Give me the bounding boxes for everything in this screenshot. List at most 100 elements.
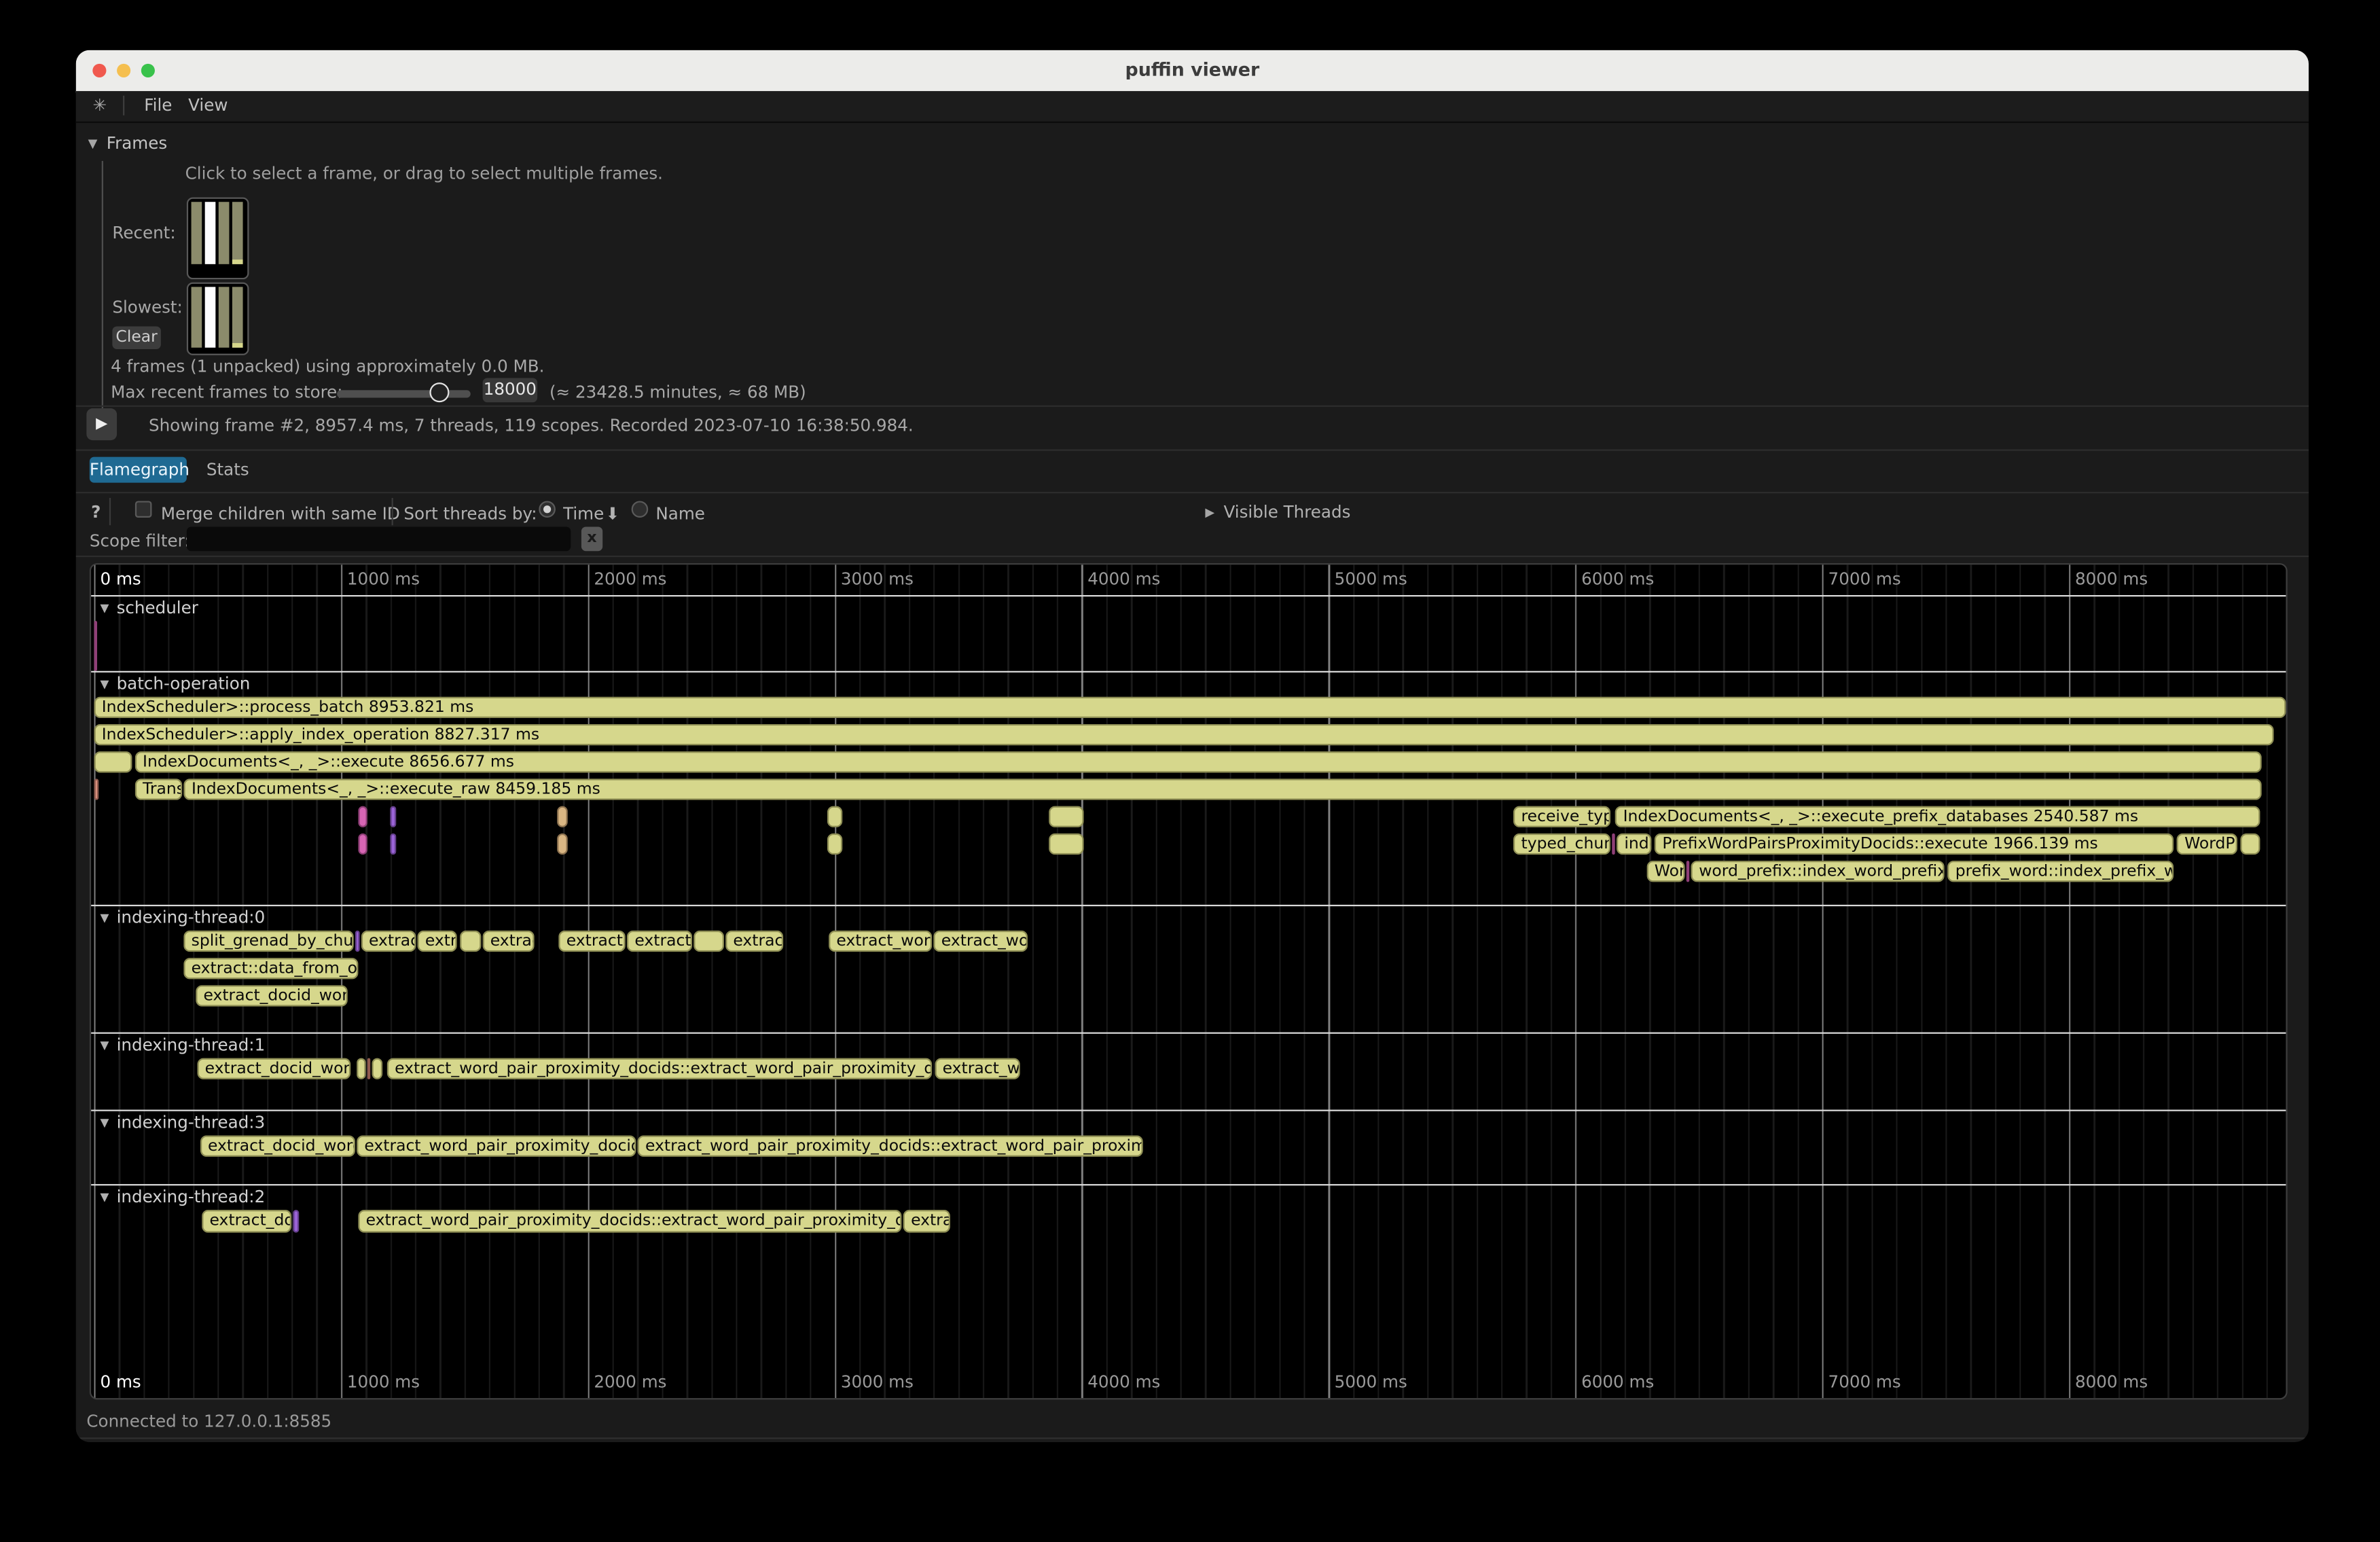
scope-bar[interactable]: receive_typed_ bbox=[1513, 806, 1610, 827]
scope-bar[interactable] bbox=[1612, 833, 1616, 855]
scope-bar[interactable] bbox=[1687, 860, 1689, 882]
scope-bar[interactable] bbox=[357, 1057, 365, 1079]
scope-bar[interactable] bbox=[1049, 806, 1084, 827]
scope-bar[interactable]: extract_docid_word bbox=[196, 984, 348, 1006]
tab-stats[interactable]: Stats bbox=[206, 460, 249, 480]
scope-bar[interactable]: extract_ bbox=[627, 930, 692, 952]
frame-bar[interactable] bbox=[232, 287, 243, 347]
window-bottom-edge bbox=[76, 1437, 2309, 1439]
thread-header-indexing-thread-2[interactable]: ▼indexing-thread:2 bbox=[100, 1187, 265, 1207]
scope-bar[interactable]: extrac bbox=[483, 930, 535, 952]
frame-bar[interactable] bbox=[219, 287, 230, 347]
scope-bar[interactable]: extract bbox=[725, 930, 783, 952]
frame-bar[interactable] bbox=[219, 202, 230, 264]
thread-header-indexing-thread-0[interactable]: ▼indexing-thread:0 bbox=[100, 907, 265, 927]
scope-bar[interactable] bbox=[827, 806, 843, 827]
scope-bar[interactable]: split_grenad_by_chun bbox=[183, 930, 353, 952]
scope-bar[interactable] bbox=[94, 621, 98, 670]
frame-bar[interactable] bbox=[192, 202, 202, 264]
scope-filter-input[interactable] bbox=[187, 526, 571, 551]
scope-bar[interactable] bbox=[390, 806, 396, 827]
scope-bar[interactable]: extract bbox=[361, 930, 416, 952]
scope-bar[interactable] bbox=[460, 930, 481, 952]
thread-header-batch-operation[interactable]: ▼batch-operation bbox=[100, 673, 250, 693]
scope-bar[interactable]: extract_word_pair_proximity_docids::extr… bbox=[387, 1057, 932, 1079]
tab-flamegraph[interactable]: Flamegraph bbox=[90, 457, 187, 483]
menu-file[interactable]: File bbox=[144, 96, 172, 115]
scope-bar[interactable]: Word bbox=[1647, 860, 1685, 882]
scope-bar[interactable] bbox=[558, 833, 568, 855]
slowest-frames-thumbnail[interactable] bbox=[187, 283, 249, 355]
slider-knob[interactable] bbox=[429, 382, 449, 402]
scope-bar[interactable]: IndexDocuments<_, _>::execute_raw 8459.1… bbox=[184, 778, 2262, 800]
thread-header-indexing-thread-3[interactable]: ▼indexing-thread:3 bbox=[100, 1112, 265, 1132]
sort-name-label[interactable]: Name bbox=[655, 504, 705, 524]
sort-name-radio[interactable] bbox=[632, 501, 649, 518]
scope-bar[interactable]: extract_ bbox=[559, 930, 626, 952]
clear-button[interactable]: Clear bbox=[112, 326, 161, 349]
scope-bar[interactable] bbox=[355, 930, 360, 952]
title-bar[interactable]: puffin viewer bbox=[76, 50, 2309, 93]
scope-bar[interactable]: IndexScheduler>::apply_index_operation 8… bbox=[94, 723, 2273, 745]
help-button[interactable]: ? bbox=[91, 503, 101, 522]
scope-bar[interactable] bbox=[372, 1057, 382, 1079]
sort-direction-icon[interactable]: ⬇ bbox=[606, 504, 620, 524]
frame-bar[interactable] bbox=[205, 287, 216, 347]
merge-checkbox[interactable] bbox=[135, 501, 152, 518]
merge-checkbox-label[interactable]: Merge children with same ID bbox=[161, 504, 400, 524]
scope-bar[interactable]: IndexScheduler>::process_batch 8953.821 … bbox=[94, 696, 2286, 718]
clear-filter-button[interactable]: x bbox=[581, 526, 602, 551]
scope-bar[interactable]: extract_word_pair_proximity_docids bbox=[357, 1134, 636, 1156]
visible-threads-header[interactable]: ▶ Visible Threads bbox=[1205, 503, 1350, 522]
frame-bar[interactable] bbox=[192, 287, 202, 347]
scope-bar[interactable] bbox=[94, 751, 132, 772]
ruler-tick-label: 0 ms bbox=[100, 569, 141, 589]
scope-bar[interactable]: typed_chunk::w bbox=[1513, 833, 1610, 855]
scope-bar[interactable]: extract_docid_word bbox=[200, 1134, 355, 1156]
menu-view[interactable]: View bbox=[188, 96, 228, 115]
max-frames-slider[interactable] bbox=[337, 390, 471, 397]
thread-header-indexing-thread-1[interactable]: ▼indexing-thread:1 bbox=[100, 1035, 265, 1054]
scope-bar[interactable]: extract_word bbox=[829, 930, 932, 952]
scope-bar[interactable]: extract_doc bbox=[202, 1210, 291, 1232]
scope-bar[interactable] bbox=[1049, 833, 1084, 855]
play-button[interactable]: ▶ bbox=[86, 408, 117, 440]
scope-bar[interactable] bbox=[558, 806, 568, 827]
sort-time-radio[interactable] bbox=[539, 501, 556, 518]
scope-bar[interactable]: extrac bbox=[903, 1210, 950, 1232]
scope-bar[interactable] bbox=[390, 833, 396, 855]
scope-bar[interactable] bbox=[293, 1210, 299, 1232]
scope-bar[interactable]: index bbox=[1617, 833, 1652, 855]
scope-bar[interactable]: extract_word_pair_proximity_docids::extr… bbox=[358, 1210, 901, 1232]
scope-bar[interactable]: extract_wo bbox=[935, 1057, 1020, 1079]
scope-bar[interactable]: extract_word_pair_proximity_docids::extr… bbox=[638, 1134, 1143, 1156]
scope-bar[interactable]: extract_docid_word bbox=[197, 1057, 350, 1079]
theme-toggle-icon[interactable]: ✳ bbox=[92, 96, 107, 115]
sort-time-label[interactable]: Time bbox=[563, 504, 604, 524]
scope-bar[interactable]: IndexDocuments<_, _>::execute_prefix_dat… bbox=[1615, 806, 2260, 827]
scope-bar[interactable]: extract::data_from_ob bbox=[183, 957, 358, 979]
scope-bar[interactable]: WordPr bbox=[2177, 833, 2237, 855]
frame-bar[interactable] bbox=[205, 202, 216, 264]
scope-bar[interactable] bbox=[693, 930, 724, 952]
scope-bar[interactable] bbox=[94, 778, 99, 800]
scope-bar[interactable] bbox=[358, 806, 367, 827]
flamegraph-canvas[interactable]: 0 ms0 ms1000 ms1000 ms2000 ms2000 ms3000… bbox=[90, 563, 2288, 1399]
thread-name: scheduler bbox=[117, 598, 198, 617]
scope-bar[interactable] bbox=[827, 833, 843, 855]
frame-bar[interactable] bbox=[232, 202, 243, 264]
scope-bar[interactable]: word_prefix::index_word_prefix_ bbox=[1691, 860, 1945, 882]
scope-bar[interactable]: Trans bbox=[135, 778, 183, 800]
scope-bar[interactable]: IndexDocuments<_, _>::execute 8656.677 m… bbox=[135, 751, 2262, 772]
scope-bar[interactable] bbox=[358, 833, 367, 855]
thread-header-scheduler[interactable]: ▼scheduler bbox=[100, 598, 198, 617]
scope-bar[interactable] bbox=[2241, 833, 2260, 855]
scope-bar[interactable]: extra bbox=[418, 930, 457, 952]
scope-bar[interactable]: prefix_word::index_prefix_wo bbox=[1948, 860, 2174, 882]
max-frames-value[interactable]: 18000 bbox=[483, 378, 537, 402]
frames-collapse-header[interactable]: ▼ Frames bbox=[88, 134, 168, 154]
recent-frames-thumbnail[interactable] bbox=[187, 198, 249, 280]
scope-bar[interactable]: extract_wo bbox=[934, 930, 1028, 952]
scope-bar[interactable]: PrefixWordPairsProximityDocids::execute … bbox=[1655, 833, 2174, 855]
scope-bar[interactable] bbox=[367, 1057, 372, 1079]
